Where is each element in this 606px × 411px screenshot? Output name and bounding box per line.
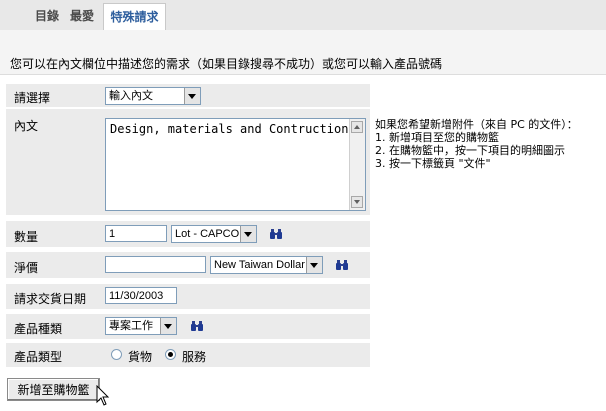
tab-bar: 目錄 最愛 特殊請求 — [0, 0, 606, 31]
row-net-price: 淨價 New Taiwan Dollar — [6, 252, 370, 278]
help-step: 在購物籃中，按一下項目的明細圖示 — [389, 144, 578, 157]
help-step: 按一下標籤頁 "文件" — [389, 157, 578, 170]
intro-text: 您可以在內文欄位中描述您的需求（如果目錄搜尋不成功）或您可以輸入產品號碼 — [10, 57, 443, 71]
net-price-label: 淨價 — [14, 261, 39, 275]
content-label: 內文 — [14, 119, 39, 133]
textarea-scrollbar[interactable] — [349, 119, 365, 210]
quantity-label: 數量 — [14, 230, 39, 244]
tab-favorites[interactable]: 最愛 — [70, 0, 94, 30]
binoculars-icon[interactable] — [336, 260, 348, 270]
quantity-input[interactable]: 1 — [105, 225, 167, 242]
delivery-date-label: 請求交貨日期 — [14, 292, 87, 306]
unit-value: Lot - CAPCO — [175, 228, 240, 240]
product-category-select[interactable]: 專案工作 — [105, 317, 177, 335]
help-step: 新增項目至您的購物籃 — [389, 131, 578, 144]
help-title: 如果您希望新增附件（來自 PC 的文件）： — [375, 118, 578, 131]
content-text: Design, materials and Contruction — [110, 122, 349, 136]
net-price-input[interactable] — [105, 256, 206, 273]
radio-goods[interactable] — [111, 349, 122, 360]
tab-special-request[interactable]: 特殊請求 — [103, 3, 166, 31]
chevron-down-icon — [160, 318, 176, 334]
row-quantity: 數量 1 Lot - CAPCO — [6, 221, 370, 247]
add-to-cart-button[interactable]: 新增至購物籃 — [7, 378, 100, 401]
radio-services[interactable] — [165, 349, 176, 360]
select-label: 請選擇 — [14, 91, 51, 105]
currency-value: New Taiwan Dollar — [214, 259, 305, 271]
row-delivery-date: 請求交貨日期 11/30/2003 — [6, 284, 370, 309]
row-product-type: 產品類型 貨物 服務 — [6, 343, 370, 367]
content-textarea[interactable]: Design, materials and Contruction — [105, 118, 366, 211]
scroll-down-icon[interactable] — [351, 196, 363, 208]
product-category-label: 產品種類 — [14, 322, 63, 336]
chevron-down-icon — [184, 88, 200, 104]
tab-catalog[interactable]: 目錄 — [35, 0, 59, 30]
row-product-category: 產品種類 專案工作 — [6, 314, 370, 339]
unit-select[interactable]: Lot - CAPCO — [171, 225, 257, 243]
chevron-down-icon — [240, 226, 256, 242]
delivery-date-input[interactable]: 11/30/2003 — [105, 287, 177, 304]
product-type-label: 產品類型 — [14, 350, 63, 364]
radio-services-label: 服務 — [182, 350, 207, 364]
binoculars-icon[interactable] — [191, 321, 203, 331]
special-request-form: 請選擇 輸入內文 內文 Design, materials and Contru… — [6, 84, 370, 370]
entry-type-value: 輸入內文 — [109, 90, 153, 102]
attachment-help: 如果您希望新增附件（來自 PC 的文件）： 新增項目至您的購物籃 在購物籃中，按… — [375, 118, 578, 170]
binoculars-icon[interactable] — [270, 229, 282, 239]
currency-select[interactable]: New Taiwan Dollar — [210, 256, 323, 274]
mouse-cursor-icon — [96, 385, 110, 406]
scroll-up-icon[interactable] — [351, 121, 363, 133]
help-steps: 新增項目至您的購物籃 在購物籃中，按一下項目的明細圖示 按一下標籤頁 "文件" — [375, 131, 578, 170]
radio-goods-label: 貨物 — [128, 350, 153, 364]
chevron-down-icon — [306, 257, 322, 273]
product-category-value: 專案工作 — [109, 320, 153, 332]
quantity-value: 1 — [109, 228, 116, 240]
delivery-date-value: 11/30/2003 — [109, 290, 164, 302]
entry-type-select[interactable]: 輸入內文 — [105, 87, 201, 105]
row-select: 請選擇 輸入內文 — [6, 84, 370, 107]
